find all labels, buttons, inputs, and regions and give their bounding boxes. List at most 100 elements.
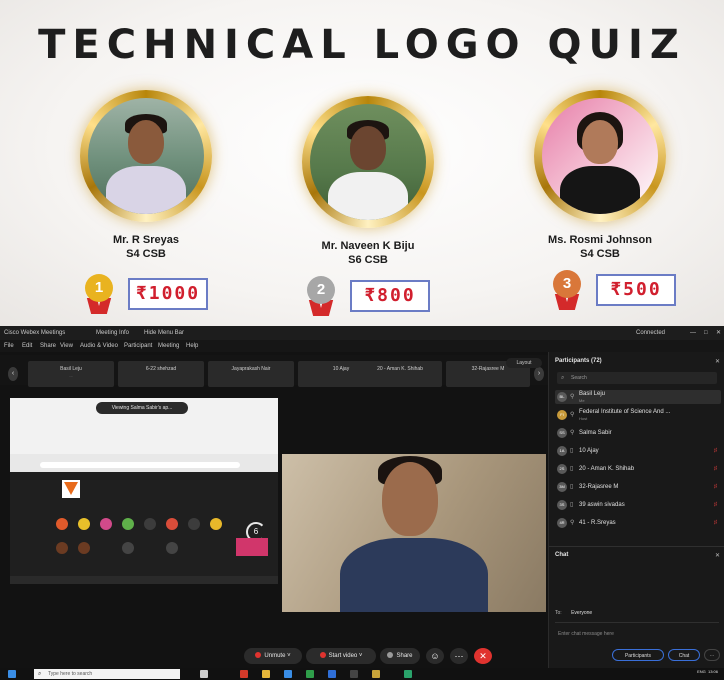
menu-meeting[interactable]: Meeting	[158, 340, 179, 352]
winner-class: S6 CSB	[348, 254, 388, 266]
muted-mic-icon: ♯	[714, 502, 717, 508]
active-speaker-video	[282, 454, 546, 612]
phone-icon: ▯	[570, 484, 574, 490]
unmute-button[interactable]: Unmute ˅	[244, 648, 302, 664]
system-tray[interactable]: ENG 13:06	[697, 669, 718, 674]
video-off-icon	[319, 652, 326, 658]
edge-browser-icon[interactable]	[284, 670, 292, 678]
quiz-option-icon	[122, 518, 134, 530]
minimize-icon[interactable]: —	[690, 326, 696, 340]
reactions-icon[interactable]: ☺	[426, 648, 444, 664]
quiz-results-banner: TECHNICAL LOGO QUIZ Mr. R Sreyas S4 CSB …	[0, 0, 724, 326]
menu-file[interactable]: File	[4, 340, 14, 352]
shared-browser-toolbar	[10, 454, 278, 472]
quiz-option-icon	[56, 518, 68, 530]
participant-row[interactable]: 4R ⚲ 41 - R.Sreyas ♯	[555, 516, 721, 530]
participant-thumbnail[interactable]: Jayaprakash Nair	[208, 361, 294, 387]
chat-recipient-select[interactable]: To: Everyone	[555, 610, 592, 616]
participants-chat-panel: Participants (72) ✕ ⌕ Search BL ⚲ Basil …	[548, 352, 724, 668]
search-icon: ⌕	[38, 671, 42, 677]
menu-bar: File Edit Share View Audio & Video Parti…	[0, 340, 724, 352]
screenshot-root: TECHNICAL LOGO QUIZ Mr. R Sreyas S4 CSB …	[0, 0, 724, 680]
menu-participant[interactable]: Participant	[124, 340, 152, 352]
maximize-icon[interactable]: □	[704, 326, 708, 340]
participants-toggle-button[interactable]: Participants	[612, 649, 664, 661]
winner-class: S4 CSB	[126, 248, 166, 260]
phone-icon: ▯	[570, 448, 574, 454]
share-button[interactable]: Share	[380, 648, 420, 664]
participant-row[interactable]: 2S ▯ 20 - Aman K. Shihab ♯	[555, 462, 721, 476]
more-options-icon[interactable]: ⋯	[450, 648, 468, 664]
meeting-info-button[interactable]: Meeting Info	[96, 326, 129, 340]
app-title: Cisco Webex Meetings	[4, 330, 66, 336]
store-app-icon[interactable]	[328, 670, 336, 678]
participant-thumbnail[interactable]: 20 - Aman K. Shihab	[358, 361, 442, 387]
chat-toggle-button[interactable]: Chat	[668, 649, 700, 661]
end-call-button[interactable]: ✕	[474, 648, 492, 664]
webex-app-icon[interactable]	[404, 670, 412, 678]
file-explorer-icon[interactable]	[262, 670, 270, 678]
prize-row-1: 1 ₹1000	[82, 274, 212, 316]
webex-meeting-window: Cisco Webex Meetings Meeting Info Hide M…	[0, 326, 724, 668]
chevron-left-icon[interactable]: ‹	[8, 367, 18, 381]
participant-row[interactable]: 3S ▯ 39 aswin sivadas ♯	[555, 498, 721, 512]
participant-row[interactable]: BL ⚲ Basil Leju Me	[555, 390, 721, 404]
windows-start-icon[interactable]	[8, 670, 16, 678]
menu-help[interactable]: Help	[186, 340, 198, 352]
start-video-button[interactable]: Start video ˅	[306, 648, 376, 664]
task-view-icon[interactable]	[200, 670, 208, 678]
phone-icon: ▯	[570, 466, 574, 472]
participant-row[interactable]: 3M ▯ 32-Rajasree M ♯	[555, 480, 721, 494]
winner-photo	[88, 98, 204, 214]
menu-edit[interactable]: Edit	[22, 340, 32, 352]
connection-status: Connected	[636, 330, 666, 336]
chat-message-input[interactable]: Enter chat message here	[555, 622, 719, 646]
participant-search-input[interactable]: ⌕ Search	[557, 372, 717, 384]
quiz-option-icon	[78, 518, 90, 530]
prize-row-2: 2 ₹800	[304, 276, 434, 318]
participant-row[interactable]: SS ⚲ Salma Sabir	[555, 426, 721, 440]
participant-row[interactable]: 1A ▯ 10 Ajay ♯	[555, 444, 721, 458]
quiz-option-icon	[56, 542, 68, 554]
quiz-option-icon	[188, 518, 200, 530]
winner-name: Mr. Naveen K Biju	[321, 240, 415, 252]
winner-photo	[310, 104, 426, 220]
taskbar-app-icon[interactable]	[372, 670, 380, 678]
chat-panel-title: Chat	[555, 552, 569, 558]
menu-share[interactable]: Share	[40, 340, 56, 352]
viewing-share-indicator[interactable]: Viewing Salma Sabir's ap...	[96, 402, 188, 414]
more-panels-icon[interactable]: ⋯	[704, 649, 720, 661]
menu-audio-video[interactable]: Audio & Video	[80, 340, 118, 352]
taskbar-search-input[interactable]: ⌕ Type here to search	[34, 669, 180, 679]
taskbar-app-icon[interactable]	[350, 670, 358, 678]
muted-mic-icon: ♯	[714, 448, 717, 454]
participant-thumbnail[interactable]: Basil Leju...	[28, 361, 114, 387]
participant-thumbnail[interactable]: 6-22 shehzad	[118, 361, 204, 387]
quiz-option-icon	[210, 518, 222, 530]
microphone-icon: ⚲	[570, 394, 575, 400]
layout-button[interactable]: Layout	[506, 358, 542, 368]
quiz-option-icon	[122, 542, 134, 554]
quiz-option-icon	[144, 518, 156, 530]
quiz-answer-card	[236, 538, 268, 556]
microphone-icon: ⚲	[570, 412, 575, 418]
quiz-option-icon	[100, 518, 112, 530]
close-icon[interactable]: ✕	[716, 326, 721, 340]
participant-thumbnail-strip: ‹ Basil Leju... 6-22 shehzad Jayaprakash…	[0, 355, 548, 387]
close-participants-icon[interactable]: ✕	[715, 358, 720, 365]
microphone-icon: ⚲	[570, 520, 575, 526]
close-chat-icon[interactable]: ✕	[715, 552, 720, 559]
winner-photo-frame	[302, 96, 434, 228]
muted-mic-icon: ♯	[714, 520, 717, 526]
winner-photo	[542, 98, 658, 214]
office-app-icon[interactable]	[240, 670, 248, 678]
chrome-browser-icon[interactable]	[306, 670, 314, 678]
hide-menu-bar-button[interactable]: Hide Menu Bar	[144, 326, 184, 340]
quiz-footer-bar	[10, 576, 278, 584]
menu-view[interactable]: View	[60, 340, 73, 352]
bronze-medal-icon: 3	[550, 270, 584, 310]
chevron-right-icon[interactable]: ›	[534, 367, 544, 381]
winner-photo-frame	[534, 90, 666, 222]
participant-row[interactable]: FI ⚲ Federal Institute of Science And ..…	[555, 408, 721, 422]
quiz-logo-image	[62, 480, 80, 498]
